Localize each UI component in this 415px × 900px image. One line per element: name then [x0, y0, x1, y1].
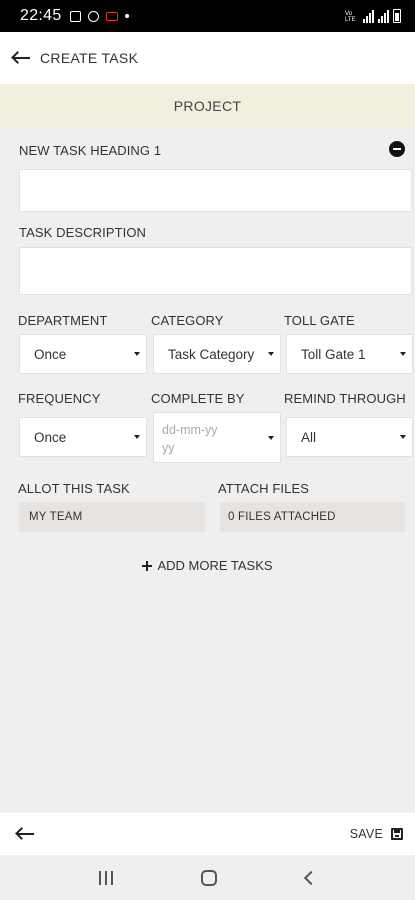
save-button[interactable]: SAVE — [350, 827, 403, 841]
chevron-down-icon — [134, 435, 140, 439]
frequency-label: FREQUENCY — [18, 391, 101, 406]
bottom-action-bar: SAVE — [0, 813, 415, 855]
status-time: 22:45 — [20, 7, 62, 24]
frequency-value: Once — [34, 429, 67, 445]
toll-gate-label: TOLL GATE — [284, 313, 355, 328]
complete-by-placeholder: dd-mm-yyyy — [162, 423, 218, 455]
category-value: Task Category — [168, 346, 255, 362]
save-label: SAVE — [349, 827, 383, 841]
toll-gate-value: Toll Gate 1 — [301, 346, 366, 362]
department-value: Once — [34, 346, 67, 362]
signal-icon-2 — [378, 10, 389, 23]
category-select[interactable]: Task Category — [153, 334, 281, 374]
allot-label: ALLOT THIS TASK — [18, 481, 130, 496]
remind-through-label: REMIND THROUGH — [284, 391, 406, 406]
status-icons-left — [69, 10, 129, 22]
task-heading-label: NEW TASK HEADING 1 — [19, 143, 162, 158]
app-header: CREATE TASK — [0, 32, 415, 84]
recording-icon — [105, 11, 118, 21]
volte-indicator: Vo LTE — [345, 11, 356, 23]
status-icons-right: Vo LTE — [345, 9, 401, 23]
attach-files-button[interactable]: 0 FILES ATTACHED — [220, 502, 405, 532]
task-description-label: TASK DESCRIPTION — [19, 225, 147, 240]
toll-gate-select[interactable]: Toll Gate 1 — [286, 334, 413, 374]
add-more-tasks-label: ADD MORE TASKS — [157, 558, 273, 573]
plus-icon — [142, 560, 153, 571]
chevron-down-icon — [400, 435, 406, 439]
save-floppy-icon — [391, 828, 403, 840]
task-heading-input[interactable] — [19, 169, 412, 212]
department-select[interactable]: Once — [19, 334, 147, 374]
notification-dot-icon — [124, 14, 129, 18]
back-arrow-icon[interactable] — [16, 828, 34, 840]
department-label: DEPARTMENT — [18, 313, 108, 328]
system-navigation-bar — [0, 855, 415, 900]
category-label: CATEGORY — [151, 313, 224, 328]
home-icon[interactable] — [201, 869, 218, 886]
back-arrow-icon[interactable] — [12, 52, 30, 64]
gallery-icon — [69, 10, 81, 22]
project-selector[interactable]: PROJECT — [0, 84, 415, 128]
add-more-tasks-button[interactable]: ADD MORE TASKS — [0, 558, 415, 573]
remove-task-minus-icon[interactable] — [389, 141, 405, 157]
recent-apps-icon[interactable] — [99, 870, 114, 885]
chevron-down-icon — [400, 352, 406, 356]
attach-label: ATTACH FILES — [218, 481, 310, 496]
complete-by-date-input[interactable]: dd-mm-yyyy — [153, 412, 281, 463]
battery-icon — [393, 9, 401, 23]
remind-through-select[interactable]: All — [286, 417, 413, 457]
frequency-select[interactable]: Once — [19, 417, 147, 457]
status-bar: 22:45 Vo LTE — [0, 0, 415, 32]
remind-through-value: All — [301, 429, 317, 445]
complete-by-label: COMPLETE BY — [151, 391, 245, 406]
signal-icon — [363, 10, 374, 23]
chevron-down-icon — [268, 435, 274, 440]
allot-team-button[interactable]: MY TEAM — [19, 502, 205, 532]
task-description-input[interactable] — [19, 247, 412, 295]
b-circle-icon — [87, 10, 99, 22]
chevron-down-icon — [268, 352, 274, 356]
page-title: CREATE TASK — [40, 50, 139, 66]
nav-back-icon[interactable] — [303, 870, 318, 885]
chevron-down-icon — [134, 352, 140, 356]
